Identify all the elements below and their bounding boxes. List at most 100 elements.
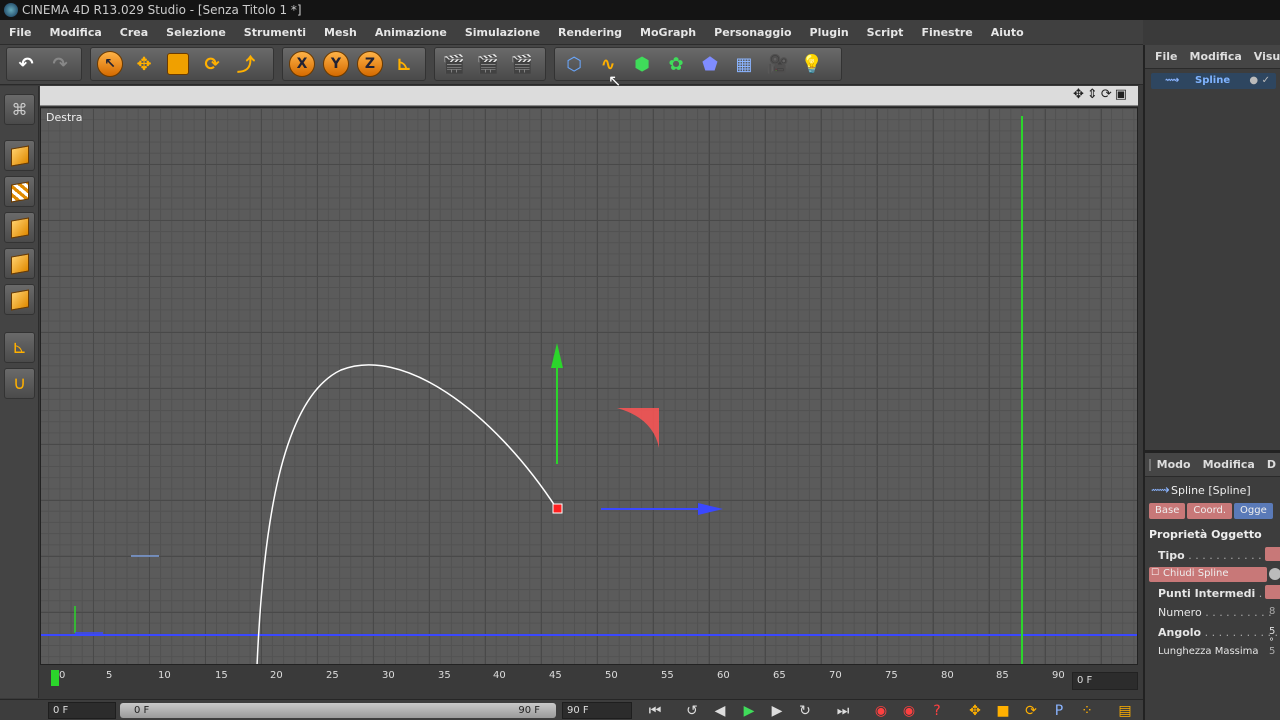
tab-base[interactable]: Base [1149,503,1186,519]
light-icon[interactable]: 💡 [795,49,829,79]
menu-animazione[interactable]: Animazione [366,26,456,39]
menu-file[interactable]: File [0,26,41,39]
next-frame-icon[interactable]: ▶ [765,702,789,720]
magnet-icon[interactable]: ∪ [4,368,35,399]
redo-icon[interactable]: ↷ [43,49,77,79]
menu-bar: File Modifica Crea Selezione Strumenti M… [0,20,1143,45]
tick-label: 50 [605,670,618,681]
visibility-dots-icon[interactable]: ● ✓ [1249,73,1270,89]
model-mode-icon[interactable]: ⌘ [4,94,35,125]
menu-rendering[interactable]: Rendering [549,26,631,39]
floor-icon[interactable]: ▦ [727,49,761,79]
play-icon[interactable]: ▶ [737,702,761,720]
start-frame-field[interactable]: 0 F [48,702,116,719]
lunghezza-massima-value[interactable]: 5 [1269,646,1275,657]
menu-mograph[interactable]: MoGraph [631,26,705,39]
render-picture-viewer-icon[interactable]: 🎬 [471,49,505,79]
menu-strumenti[interactable]: Strumenti [235,26,315,39]
record-keys-icon[interactable]: ◉ [869,702,893,720]
points-mode-icon[interactable] [4,212,35,243]
timeline-ruler[interactable]: 0 5 10 15 20 25 30 35 40 45 50 55 60 65 … [40,666,1070,690]
previous-frame-icon[interactable]: ◀ [708,702,732,720]
current-frame-field[interactable]: 0 F [1072,672,1138,690]
attr-row-tipo: Tipo . . . . . . . . . . . . . [1158,549,1276,562]
menu-script[interactable]: Script [858,26,913,39]
end-frame-field[interactable]: 90 F [562,702,632,719]
key-parameter-icon[interactable]: P [1047,702,1071,720]
timeline-window-icon[interactable]: ▤ [1113,702,1137,720]
menu-aiuto[interactable]: Aiuto [982,26,1033,39]
attr-row-angolo: Angolo . . . . . . . . . . . [1158,626,1279,639]
menu-selezione[interactable]: Selezione [157,26,235,39]
viewport-nav-icons[interactable]: ✥⇕⟳▣ [1073,87,1130,102]
keyframe-selection-icon[interactable]: ? [925,702,949,720]
menu-personaggio[interactable]: Personaggio [705,26,800,39]
key-position-icon[interactable]: ✥ [963,702,987,720]
chiudi-spline-row[interactable]: ☐ Chiudi Spline [1149,567,1267,582]
nurbs-icon[interactable]: ⬢ [625,49,659,79]
menu-plugin[interactable]: Plugin [801,26,858,39]
menu-crea[interactable]: Crea [111,26,157,39]
coordinate-system-icon[interactable]: ⊾ [387,49,421,79]
range-slider[interactable]: 0 F 90 F [120,703,556,718]
render-view-icon[interactable]: 🎬 [437,49,471,79]
array-icon[interactable]: ✿ [659,49,693,79]
om-menu-visualizza[interactable]: Visu [1248,50,1280,63]
move-icon[interactable]: ✥ [127,49,161,79]
key-pla-icon[interactable]: ⁘ [1075,702,1099,720]
tipo-dropdown[interactable] [1265,547,1280,561]
live-selection-icon[interactable]: ↖ [93,49,127,79]
rotate-icon[interactable]: ⟳ [195,49,229,79]
key-scale-icon[interactable]: ■ [991,702,1015,720]
object-manager-panel: File Modifica Visu ⟿ Spline ● ✓ Modo Mod… [1143,45,1280,720]
y-axis-lock-button[interactable]: Y [319,49,353,79]
viewport-right[interactable]: Destra [40,107,1138,665]
angolo-value[interactable]: 5 ° [1269,626,1280,648]
om-menu-modifica[interactable]: Modifica [1184,50,1248,63]
am-menu-modifica[interactable]: Modifica [1197,458,1261,471]
am-menu-dati[interactable]: D [1261,458,1280,471]
autokey-icon[interactable]: ◉ [897,702,921,720]
attr-row-punti-intermedi: Punti Intermedi . . . [1158,587,1276,600]
texture-mode-icon[interactable] [4,176,35,207]
undo-icon[interactable]: ↶ [9,49,43,79]
camera-icon[interactable]: 🎥 [761,49,795,79]
numero-value[interactable]: 8 [1269,606,1275,617]
playhead-marker[interactable] [51,670,59,686]
checkbox-icon[interactable]: ☐ [1151,568,1159,578]
tab-oggetto[interactable]: Ogge [1234,503,1273,519]
attr-row-numero: Numero . . . . . . . . . . [1158,606,1272,619]
recent-tool-icon[interactable]: ⤴ [229,49,263,79]
menu-finestre[interactable]: Finestre [912,26,981,39]
key-rotation-icon[interactable]: ⟳ [1019,702,1043,720]
render-settings-icon[interactable]: 🎬 [505,49,539,79]
object-mode-icon[interactable] [4,140,35,171]
x-axis-lock-button[interactable]: X [285,49,319,79]
polygons-mode-icon[interactable] [4,284,35,315]
go-to-end-icon[interactable]: ⏭ [831,702,855,720]
go-to-start-icon[interactable]: ⏮ [643,702,667,720]
previous-key-icon[interactable]: ↺ [680,702,704,720]
cube-object-icon[interactable]: ⬡ [557,49,591,79]
tab-coord[interactable]: Coord. [1187,503,1233,519]
menu-modifica[interactable]: Modifica [41,26,111,39]
menu-mesh[interactable]: Mesh [315,26,366,39]
window-title: CINEMA 4D R13.029 Studio - [Senza Titolo… [22,3,302,17]
edges-mode-icon[interactable] [4,248,35,279]
axis-lock-group: X Y Z ⊾ [282,47,426,81]
punti-intermedi-dropdown[interactable] [1265,585,1280,599]
animation-dot-icon[interactable] [1269,568,1280,580]
object-row-spline[interactable]: ⟿ Spline ● ✓ [1151,73,1276,89]
axis-mode-icon[interactable]: ⊾ [4,332,35,363]
scale-icon[interactable] [161,49,195,79]
cinema4d-logo-icon [4,3,18,17]
next-key-icon[interactable]: ↻ [793,702,817,720]
om-menu-file[interactable]: File [1149,50,1184,63]
deformer-icon[interactable]: ⬟ [693,49,727,79]
menu-simulazione[interactable]: Simulazione [456,26,549,39]
am-menu-modo[interactable]: Modo [1151,458,1197,471]
z-axis-lock-button[interactable]: Z [353,49,387,79]
attribute-object-title: Spline [Spline] [1171,484,1251,497]
tick-label: 0 [59,670,66,681]
tick-label: 10 [158,670,171,681]
